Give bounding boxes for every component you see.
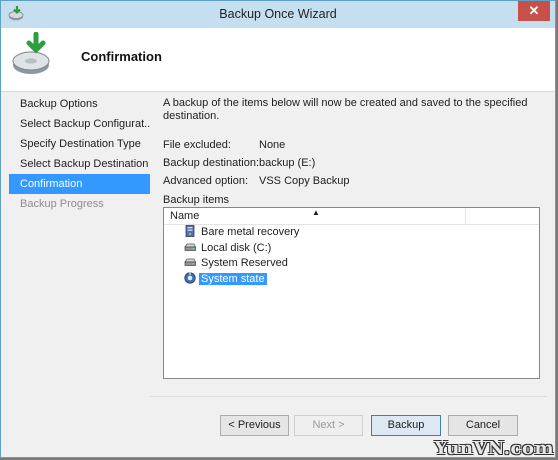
info-label: Backup destination: <box>163 157 260 169</box>
system-state-icon <box>184 271 196 284</box>
info-value: None <box>259 139 286 151</box>
backup-wizard-icon <box>9 31 57 80</box>
list-item[interactable]: System state <box>184 271 301 288</box>
nav-item-specify-destination-type[interactable]: Specify Destination Type <box>9 134 150 154</box>
list-item[interactable]: System Reserved <box>184 256 301 272</box>
list-item[interactable]: Bare metal recovery <box>184 225 301 241</box>
next-button[interactable]: Next > <box>294 415 363 436</box>
close-button[interactable]: ✕ <box>518 1 550 21</box>
list-item-label: Bare metal recovery <box>201 226 300 238</box>
confirmation-content: A backup of the items below will now be … <box>163 97 548 208</box>
cancel-button[interactable]: Cancel <box>448 415 518 436</box>
list-item-label: System state <box>199 272 267 285</box>
previous-button[interactable]: < Previous <box>220 415 289 436</box>
nav-item-backup-options[interactable]: Backup Options <box>9 94 150 114</box>
info-row: Advanced option: VSS Copy Backup <box>163 172 548 190</box>
column-separator[interactable] <box>465 208 466 224</box>
drive-icon <box>184 241 197 253</box>
info-row: File excluded: None <box>163 136 548 154</box>
intro-text: A backup of the items below will now be … <box>163 97 528 122</box>
list-header: Name ▲ <box>164 208 539 225</box>
page-title: Confirmation <box>81 49 162 64</box>
server-icon <box>184 225 196 237</box>
list-item[interactable]: Local disk (C:) <box>184 241 301 257</box>
list-rows: Bare metal recovery Local disk (C:) Syst… <box>184 225 301 287</box>
info-label: Advanced option: <box>163 175 249 187</box>
sort-ascending-icon: ▲ <box>312 208 320 217</box>
list-item-label: Local disk (C:) <box>201 241 272 254</box>
wizard-steps-nav: Backup Options Select Backup Configurat.… <box>9 94 150 214</box>
nav-item-select-backup-destination[interactable]: Select Backup Destination <box>9 154 150 174</box>
info-table: File excluded: None Backup destination: … <box>163 136 548 190</box>
nav-item-select-backup-configuration[interactable]: Select Backup Configurat... <box>9 114 150 134</box>
close-icon: ✕ <box>528 3 540 18</box>
info-value: backup (E:) <box>259 157 316 169</box>
footer-divider <box>150 396 547 397</box>
window-title: Backup Once Wizard <box>219 7 337 21</box>
column-header-name[interactable]: Name <box>170 210 199 222</box>
info-row: Backup destination: backup (E:) <box>163 154 548 172</box>
nav-item-confirmation[interactable]: Confirmation <box>9 174 150 194</box>
backup-items-label: Backup items <box>163 194 230 206</box>
title-bar[interactable]: Backup Once Wizard ✕ <box>1 1 555 28</box>
backup-button[interactable]: Backup <box>371 415 441 436</box>
info-value: VSS Copy Backup <box>259 175 350 187</box>
drive-icon <box>184 256 197 268</box>
wizard-window: Backup Once Wizard ✕ Confirmation Backup… <box>0 0 556 458</box>
nav-item-backup-progress: Backup Progress <box>20 198 104 210</box>
watermark: YunVN.com <box>434 438 554 459</box>
list-item-label: System Reserved <box>201 257 288 269</box>
backup-items-list[interactable]: Name ▲ Bare metal recovery Local disk (C… <box>163 207 540 379</box>
info-label: File excluded: <box>163 139 231 151</box>
wizard-header: Confirmation <box>1 28 555 92</box>
